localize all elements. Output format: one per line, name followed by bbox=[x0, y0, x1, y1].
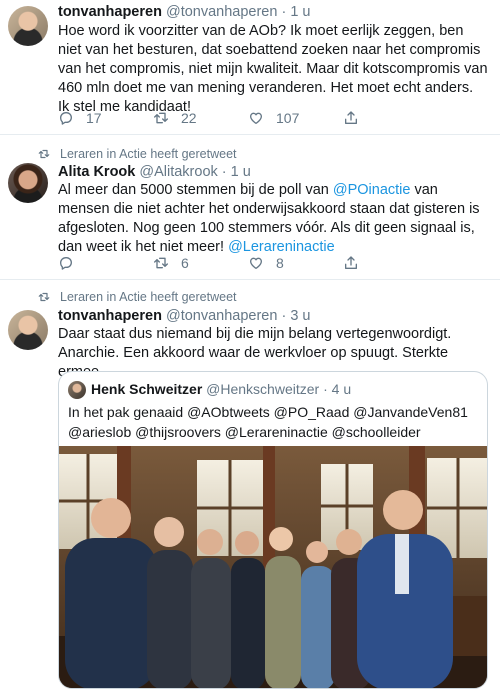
tweet-text: Hoe word ik voorzitter van de AOb? Ik mo… bbox=[58, 23, 488, 115]
tweet-1[interactable]: tonvanhaperen @tonvanhaperen · 1 u Hoe w… bbox=[0, 0, 500, 134]
display-name[interactable]: Alita Krook bbox=[58, 164, 135, 180]
retweeted-by-label: Leraren in Actie heeft geretweet bbox=[60, 147, 237, 161]
retweet-button[interactable]: 6 bbox=[153, 255, 248, 271]
share-icon bbox=[345, 256, 357, 269]
retweet-small-icon bbox=[38, 149, 50, 159]
tweet-header: Alita Krook @Alitakrook · 1 u bbox=[58, 164, 251, 180]
group-photo[interactable] bbox=[59, 446, 488, 689]
reply-button[interactable] bbox=[58, 255, 153, 271]
tweet-header: tonvanhaperen @tonvanhaperen · 1 u bbox=[58, 4, 311, 20]
reply-count: 17 bbox=[86, 110, 102, 126]
mention-link[interactable]: @POinactie bbox=[333, 182, 411, 198]
retweet-icon bbox=[154, 257, 168, 269]
quote-text: In het pak genaaid @AObtweets @PO_Raad @… bbox=[68, 404, 468, 440]
avatar[interactable] bbox=[8, 163, 48, 203]
retweet-context[interactable]: Leraren in Actie heeft geretweet bbox=[38, 147, 237, 161]
like-button[interactable]: 107 bbox=[248, 110, 343, 126]
retweet-count: 22 bbox=[181, 110, 197, 126]
reply-icon bbox=[60, 112, 72, 125]
quote-timestamp[interactable]: 4 u bbox=[332, 381, 351, 397]
reply-button[interactable]: 17 bbox=[58, 110, 153, 126]
separator-dot: · bbox=[281, 4, 287, 20]
handle[interactable]: @tonvanhaperen bbox=[166, 308, 277, 324]
avatar[interactable] bbox=[8, 310, 48, 350]
share-button[interactable] bbox=[343, 110, 438, 126]
like-count: 8 bbox=[276, 255, 284, 271]
tweet-2[interactable]: Leraren in Actie heeft geretweet Alita K… bbox=[0, 135, 500, 279]
tweet-actions: 17 22 107 bbox=[58, 108, 438, 128]
separator-dot: · bbox=[221, 164, 227, 180]
quote-header: Henk Schweitzer @Henkschweitzer · 4 u bbox=[91, 381, 351, 397]
avatar[interactable] bbox=[8, 6, 48, 46]
handle[interactable]: @tonvanhaperen bbox=[166, 4, 277, 20]
tweet-header: tonvanhaperen @tonvanhaperen · 3 u bbox=[58, 308, 311, 324]
display-name[interactable]: tonvanhaperen bbox=[58, 308, 162, 324]
timestamp[interactable]: 1 u bbox=[290, 4, 310, 20]
retweet-button[interactable]: 22 bbox=[153, 110, 248, 126]
retweeted-by-label: Leraren in Actie heeft geretweet bbox=[60, 290, 237, 304]
handle[interactable]: @Alitakrook bbox=[139, 164, 217, 180]
share-icon bbox=[345, 111, 357, 124]
retweet-small-icon bbox=[38, 292, 50, 302]
quote-handle[interactable]: @Henkschweitzer bbox=[206, 381, 319, 397]
retweet-count: 6 bbox=[181, 255, 189, 271]
like-button[interactable]: 8 bbox=[248, 255, 343, 271]
tweet-text: Al meer dan 5000 stemmen bij de poll van… bbox=[58, 181, 488, 257]
retweet-icon bbox=[154, 112, 168, 124]
reply-icon bbox=[60, 257, 72, 270]
like-icon bbox=[250, 257, 262, 269]
quote-display-name[interactable]: Henk Schweitzer bbox=[91, 381, 202, 397]
timestamp[interactable]: 3 u bbox=[290, 308, 310, 324]
display-name[interactable]: tonvanhaperen bbox=[58, 4, 162, 20]
timestamp[interactable]: 1 u bbox=[231, 164, 251, 180]
text-part: Al meer dan 5000 stemmen bij de poll van bbox=[58, 182, 333, 198]
quote-avatar[interactable] bbox=[68, 381, 86, 399]
separator-dot: · bbox=[281, 308, 287, 324]
separator-dot: · bbox=[323, 381, 328, 397]
like-icon bbox=[250, 112, 262, 124]
quoted-tweet[interactable]: Henk Schweitzer @Henkschweitzer · 4 u In… bbox=[58, 371, 488, 689]
like-count: 107 bbox=[276, 110, 300, 126]
share-button[interactable] bbox=[343, 255, 438, 271]
retweet-context[interactable]: Leraren in Actie heeft geretweet bbox=[38, 290, 237, 304]
tweet-actions: 6 8 bbox=[58, 253, 438, 273]
